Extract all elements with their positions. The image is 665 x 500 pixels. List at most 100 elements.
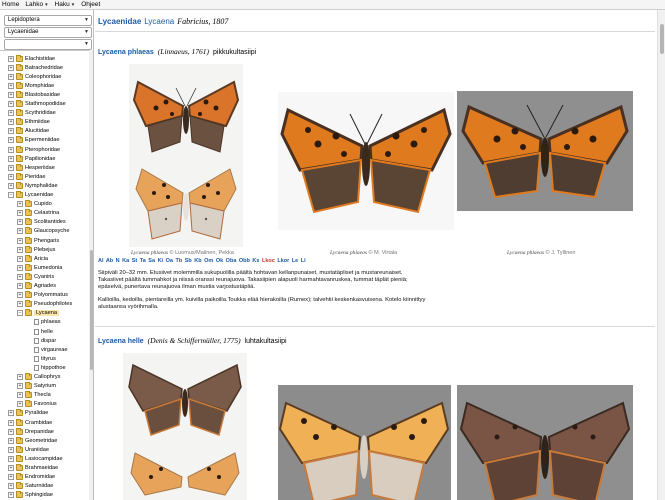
tree-item[interactable]: + Cyaniris bbox=[17, 272, 54, 281]
expand-icon[interactable]: + bbox=[8, 419, 14, 426]
tree-item[interactable]: + Ethmiidae bbox=[8, 118, 50, 127]
tree-item[interactable]: + Cupido bbox=[17, 200, 52, 209]
expand-icon[interactable]: + bbox=[17, 237, 23, 244]
tree-item[interactable]: + Uraniidae bbox=[8, 445, 49, 454]
expand-icon[interactable]: + bbox=[8, 91, 14, 98]
specimen-photo-phlaeas-tyllinen[interactable] bbox=[457, 91, 633, 211]
tree-item[interactable]: + Glaucopsyche bbox=[17, 227, 69, 236]
expand-icon[interactable]: + bbox=[17, 292, 23, 299]
expand-icon[interactable]: + bbox=[17, 246, 23, 253]
tree-item[interactable]: − Lycaena bbox=[17, 309, 59, 318]
tree-item[interactable]: virgaureae bbox=[26, 345, 67, 354]
menu-haku[interactable]: Haku ▼ bbox=[55, 1, 76, 8]
specimen-photo-helle-3[interactable] bbox=[457, 385, 633, 500]
tree-item[interactable]: tityrus bbox=[26, 354, 56, 363]
species-name-link[interactable]: Lycaena phlaeas bbox=[98, 49, 154, 56]
menu-ohjeet[interactable]: Ohjeet bbox=[81, 1, 100, 8]
species-name-link[interactable]: Lycaena helle bbox=[98, 338, 144, 345]
expand-icon[interactable]: + bbox=[8, 64, 14, 71]
expand-icon[interactable]: + bbox=[8, 428, 14, 435]
tree-item[interactable]: + Stathmopodidae bbox=[8, 100, 66, 109]
expand-icon[interactable]: + bbox=[8, 446, 14, 453]
expand-icon[interactable]: + bbox=[17, 210, 23, 217]
expand-icon[interactable]: + bbox=[8, 128, 14, 135]
collapse-icon[interactable]: − bbox=[17, 310, 23, 317]
expand-icon[interactable]: + bbox=[8, 119, 14, 126]
tree-item[interactable]: + Celastrina bbox=[17, 209, 59, 218]
tree-item[interactable]: + Papilionidae bbox=[8, 154, 55, 163]
tree-item[interactable]: + Phengaris bbox=[17, 236, 59, 245]
expand-icon[interactable]: + bbox=[17, 273, 23, 280]
expand-icon[interactable]: + bbox=[17, 401, 23, 408]
expand-icon[interactable]: + bbox=[17, 301, 23, 308]
collapse-icon[interactable]: − bbox=[8, 192, 14, 198]
tree-item[interactable]: + Sphingidae bbox=[8, 491, 53, 500]
tree-item[interactable]: + Geometridae bbox=[8, 436, 57, 445]
tree-item[interactable]: + Endromidae bbox=[8, 473, 55, 482]
tree-item[interactable]: + Hesperiidae bbox=[8, 163, 55, 172]
region-links[interactable]: Al Ab N Ka St Ta Sa Ki Oa Tb Sb Kb Om Ok… bbox=[98, 258, 306, 264]
expand-icon[interactable]: + bbox=[8, 182, 14, 189]
expand-icon[interactable]: + bbox=[8, 73, 14, 80]
tree-item[interactable]: + Pseudophilotes bbox=[17, 300, 72, 309]
expand-icon[interactable]: + bbox=[8, 455, 14, 462]
tree-item[interactable]: + Alucitidae bbox=[8, 127, 49, 136]
tree-item[interactable]: + Plebejus bbox=[17, 245, 55, 254]
tree-item[interactable]: + Crambidae bbox=[8, 418, 52, 427]
menu-lahko[interactable]: Lahko ▼ bbox=[25, 1, 48, 8]
tree-item[interactable]: + Scolitantides bbox=[17, 218, 66, 227]
tree-item[interactable]: + Agriades bbox=[17, 282, 56, 291]
tree-item[interactable]: + Brahmaeidae bbox=[8, 464, 58, 473]
sidebar-scrollbar-thumb[interactable] bbox=[90, 250, 93, 370]
specimen-photo-phlaeas-virtala[interactable] bbox=[278, 92, 454, 230]
tree-item[interactable]: + Scythrididae bbox=[8, 109, 56, 118]
tree-item[interactable]: + Pterophoridae bbox=[8, 145, 60, 154]
expand-icon[interactable]: + bbox=[8, 465, 14, 471]
tree-item[interactable]: + Satyrium bbox=[17, 382, 56, 391]
expand-icon[interactable]: + bbox=[17, 255, 23, 262]
expand-icon[interactable]: + bbox=[17, 374, 23, 380]
family-select[interactable]: Lycaenidae ▼ bbox=[4, 27, 92, 38]
tree-item[interactable]: + Epermeniidae bbox=[8, 136, 60, 145]
expand-icon[interactable]: + bbox=[17, 392, 23, 399]
expand-icon[interactable]: + bbox=[17, 201, 23, 208]
region-links-tail[interactable]: Lkor Le Li bbox=[277, 258, 305, 264]
tree-item[interactable]: + Favonius bbox=[17, 400, 57, 409]
tree-item[interactable]: + Momphidae bbox=[8, 81, 54, 90]
expand-icon[interactable]: + bbox=[8, 146, 14, 153]
specimen-photo-helle-2[interactable] bbox=[278, 385, 451, 500]
region-links-main[interactable]: Al Ab N Ka St Ta Sa Ki Oa Tb Sb Kb Om Ok… bbox=[98, 258, 259, 264]
expand-icon[interactable]: + bbox=[8, 164, 14, 171]
tree-item[interactable]: + Drepanidae bbox=[8, 427, 54, 436]
tree-item[interactable]: − Lycaenidae bbox=[8, 191, 53, 200]
tree-item[interactable]: + Eumedonia bbox=[17, 263, 62, 272]
tree-item[interactable]: dispar bbox=[26, 336, 56, 345]
genus-link[interactable]: Lycaena bbox=[144, 17, 174, 26]
tree-item[interactable]: + Saturniidae bbox=[8, 482, 53, 491]
tree-item[interactable]: hippothoe bbox=[26, 363, 66, 372]
region-link-red[interactable]: Lkoc bbox=[262, 258, 275, 264]
tree-item[interactable]: + Aricia bbox=[17, 254, 48, 263]
tree-item[interactable]: + Callophrys bbox=[17, 373, 60, 382]
tree-item[interactable]: + Pieridae bbox=[8, 172, 46, 181]
tree-item[interactable]: phlaeas bbox=[26, 318, 61, 327]
main-scrollbar[interactable] bbox=[657, 10, 665, 500]
tree-item[interactable]: + Coleophoridae bbox=[8, 72, 61, 81]
expand-icon[interactable]: + bbox=[8, 155, 14, 162]
tree-item[interactable]: helle bbox=[26, 327, 53, 336]
expand-icon[interactable]: + bbox=[17, 228, 23, 235]
expand-icon[interactable]: + bbox=[8, 410, 14, 417]
tree-item[interactable]: + Elachistidae bbox=[8, 54, 55, 63]
specimen-photo-helle-1[interactable] bbox=[123, 353, 247, 500]
tree-item[interactable]: + Lasiocampidae bbox=[8, 454, 63, 463]
tree-item[interactable]: + Thecla bbox=[17, 391, 51, 400]
expand-icon[interactable]: + bbox=[8, 474, 14, 481]
subfamily-select[interactable]: ▼ bbox=[4, 39, 92, 50]
main-scrollbar-thumb[interactable] bbox=[660, 24, 664, 54]
family-name-link[interactable]: Lycaenidae bbox=[98, 17, 141, 26]
expand-icon[interactable]: + bbox=[8, 110, 14, 117]
expand-icon[interactable]: + bbox=[17, 383, 23, 390]
expand-icon[interactable]: + bbox=[8, 483, 14, 490]
expand-icon[interactable]: + bbox=[17, 283, 23, 289]
tree-item[interactable]: + Batrachedridae bbox=[8, 63, 63, 72]
